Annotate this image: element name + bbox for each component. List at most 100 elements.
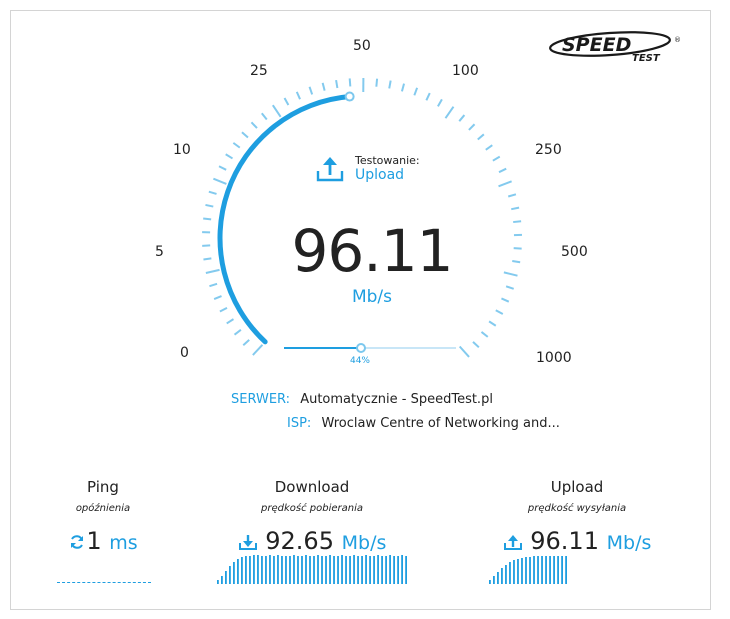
scale-label-1000: 1000 bbox=[536, 350, 572, 366]
gauge-tick bbox=[472, 341, 480, 349]
history-bar bbox=[361, 556, 363, 584]
history-bar bbox=[541, 556, 543, 584]
upload-title: Upload bbox=[550, 478, 604, 496]
progress-knob bbox=[355, 343, 366, 353]
download-unit: Mb/s bbox=[341, 532, 387, 554]
upload-history-bars bbox=[489, 556, 567, 584]
history-bar bbox=[353, 555, 355, 584]
history-bar bbox=[341, 555, 343, 584]
history-bar bbox=[313, 556, 315, 584]
download-stat: Download prędkość pobierania 92.65 Mb/s bbox=[212, 478, 412, 555]
gauge-tick bbox=[375, 78, 379, 87]
upload-tray-icon bbox=[316, 157, 344, 182]
history-bar bbox=[377, 555, 379, 584]
history-bar bbox=[357, 556, 359, 584]
history-bar bbox=[397, 556, 399, 584]
gauge-tick bbox=[203, 217, 212, 221]
ping-unit: ms bbox=[109, 532, 138, 554]
download-history-bars bbox=[217, 555, 407, 584]
history-bar bbox=[369, 556, 371, 584]
gauge-tick bbox=[501, 297, 510, 303]
gauge-tick bbox=[458, 114, 466, 122]
history-bar bbox=[249, 556, 251, 584]
gauge-tick bbox=[400, 83, 406, 92]
gauge-tick bbox=[226, 318, 235, 325]
gauge-tick bbox=[498, 167, 507, 174]
history-bar bbox=[537, 556, 539, 584]
history-bar bbox=[497, 572, 499, 584]
history-bar bbox=[545, 556, 547, 584]
history-bar bbox=[253, 555, 255, 584]
gauge-tick bbox=[271, 104, 282, 118]
history-bar bbox=[281, 556, 283, 584]
history-bar bbox=[329, 555, 331, 584]
history-bar bbox=[553, 556, 555, 584]
gauge-tick bbox=[425, 92, 431, 101]
gauge-tick bbox=[495, 309, 504, 315]
history-bar bbox=[393, 556, 395, 584]
gauge-tick bbox=[492, 155, 501, 162]
gauge-tick bbox=[488, 320, 497, 327]
server-key: SERWER: bbox=[231, 392, 291, 407]
history-bar bbox=[385, 556, 387, 584]
gauge-tick bbox=[505, 285, 515, 290]
history-bar bbox=[241, 557, 243, 584]
current-speed-unit: Mb/s bbox=[351, 287, 393, 307]
current-speed: 96.11 bbox=[291, 217, 453, 285]
history-bar bbox=[317, 555, 319, 584]
history-bar bbox=[269, 555, 271, 584]
history-bar bbox=[405, 556, 407, 584]
gauge-tick bbox=[295, 91, 301, 100]
history-bar bbox=[289, 556, 291, 584]
history-bar bbox=[301, 556, 303, 584]
gauge-tick bbox=[513, 220, 522, 224]
gauge-tick bbox=[335, 79, 339, 89]
history-bar bbox=[305, 555, 307, 584]
history-bar bbox=[373, 556, 375, 584]
gauge-tick bbox=[388, 80, 392, 89]
upload-subtitle: prędkość wysyłania bbox=[527, 503, 627, 514]
testing-status: Testowanie: Upload bbox=[315, 154, 455, 186]
scale-label-500: 500 bbox=[561, 244, 588, 260]
history-bar bbox=[233, 562, 235, 584]
history-bar bbox=[345, 556, 347, 584]
gauge-tick bbox=[218, 165, 227, 171]
history-bar bbox=[297, 556, 299, 584]
scale-label-25: 25 bbox=[250, 63, 268, 79]
server-value[interactable]: Automatycznie - SpeedTest.pl bbox=[300, 392, 493, 407]
upload-stat: Upload prędkość wysyłania 96.11 Mb/s bbox=[477, 478, 677, 555]
scale-label-50: 50 bbox=[353, 38, 371, 54]
gauge-tick bbox=[348, 78, 352, 87]
history-bar bbox=[489, 580, 491, 584]
history-bar bbox=[501, 568, 503, 584]
scale-label-10: 10 bbox=[173, 142, 191, 158]
gauge-tick bbox=[283, 97, 290, 106]
gauge-tick bbox=[213, 177, 227, 185]
history-bar bbox=[401, 555, 403, 584]
gauge-tick bbox=[209, 282, 218, 288]
history-bar bbox=[565, 556, 567, 584]
download-value: 92.65 bbox=[265, 527, 334, 555]
gauge-tick bbox=[208, 190, 217, 195]
testing-value: Upload bbox=[355, 167, 405, 183]
history-bar bbox=[525, 557, 527, 584]
gauge-tick bbox=[507, 193, 517, 198]
history-bar bbox=[517, 559, 519, 584]
scale-label-5: 5 bbox=[155, 244, 164, 260]
ping-value: 1 bbox=[86, 527, 102, 555]
history-bar bbox=[325, 556, 327, 584]
gauge-tick bbox=[511, 206, 520, 211]
ping-title: Ping bbox=[87, 478, 119, 496]
history-bar bbox=[509, 562, 511, 584]
gauge-tick bbox=[503, 271, 518, 277]
gauge-tick bbox=[252, 344, 264, 356]
history-bar bbox=[261, 556, 263, 584]
refresh-icon bbox=[71, 535, 84, 549]
gauge-tick bbox=[232, 142, 241, 149]
history-bar bbox=[557, 556, 559, 584]
gauge-tick bbox=[241, 131, 249, 139]
gauge-tick bbox=[413, 87, 419, 96]
history-bar bbox=[549, 556, 551, 584]
history-bar bbox=[521, 558, 523, 584]
progress-fill bbox=[284, 347, 360, 349]
